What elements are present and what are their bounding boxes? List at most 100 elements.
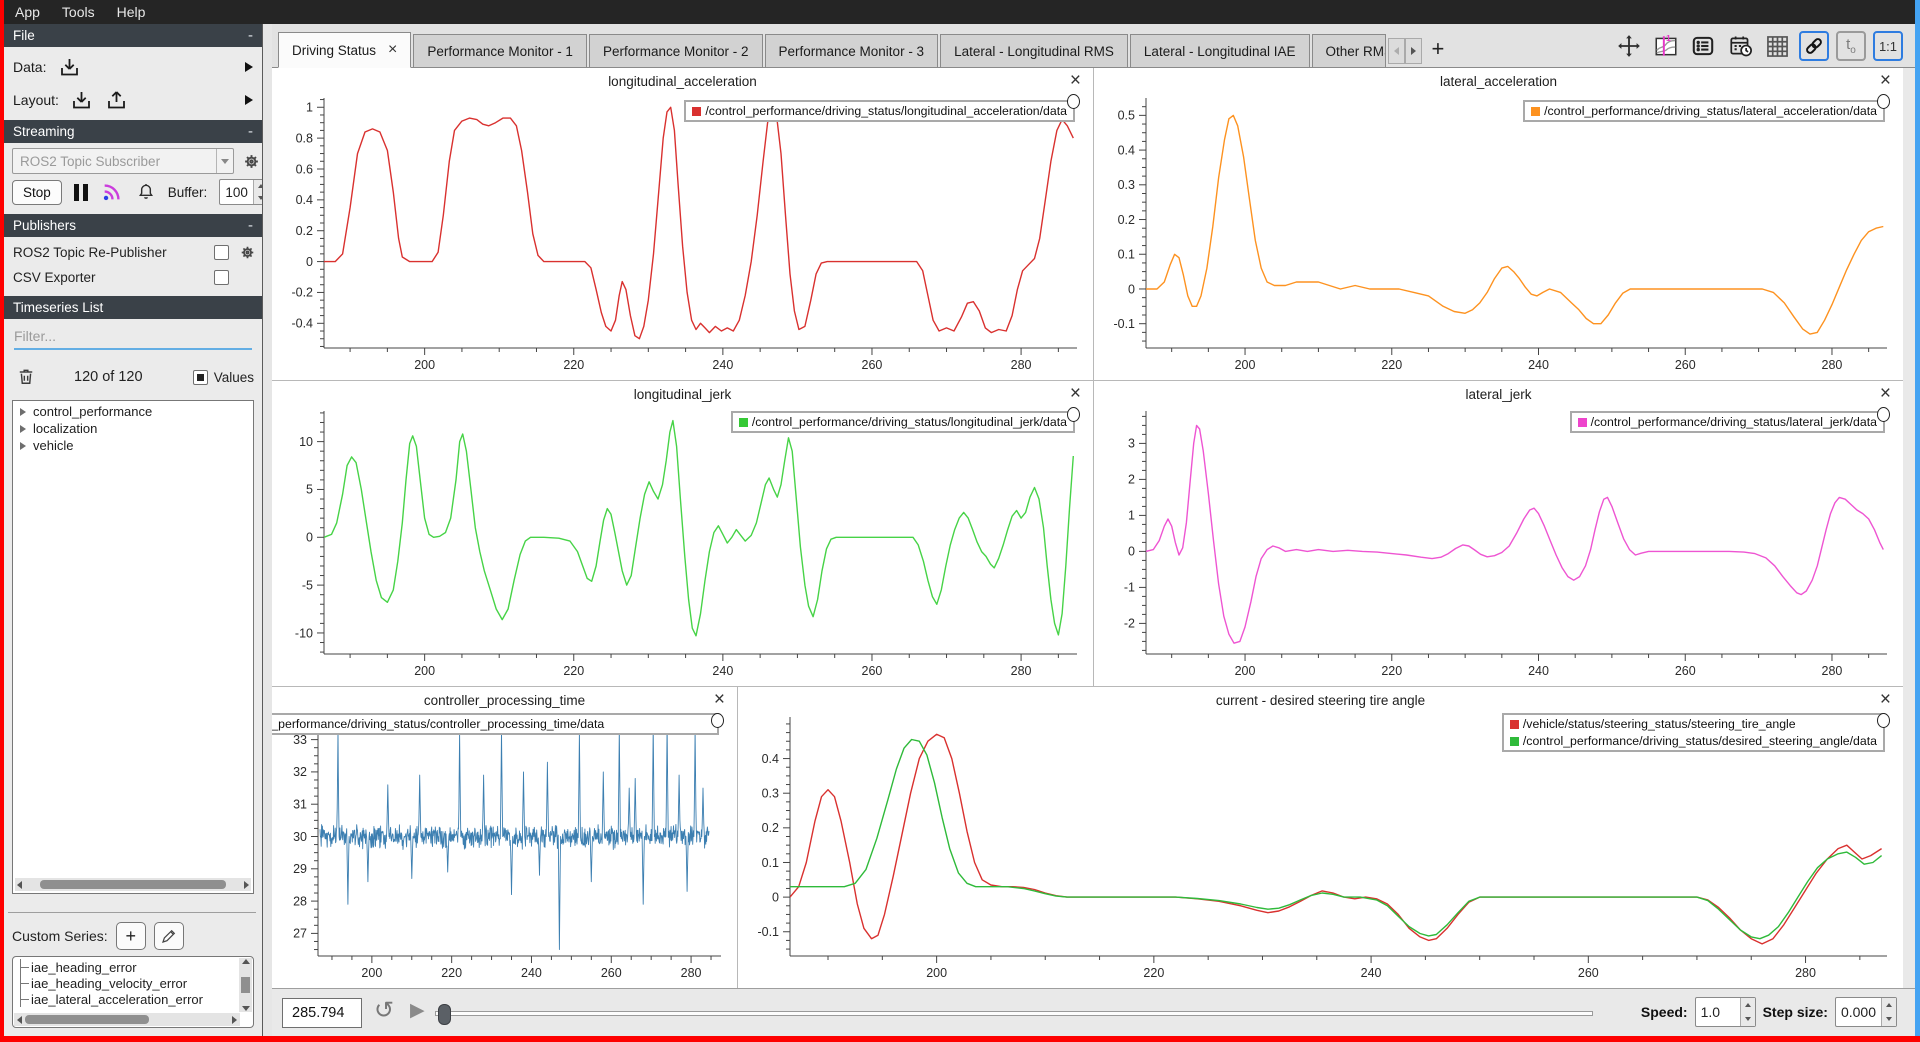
scroll-up-icon[interactable] — [242, 959, 250, 964]
loop-icon[interactable]: ↺ — [374, 996, 394, 1025]
plot-close-icon[interactable]: × — [1070, 71, 1081, 90]
play-icon[interactable]: ▶ — [410, 999, 425, 1022]
scrollbar-thumb[interactable] — [25, 1015, 149, 1024]
plot-zoom-handle[interactable] — [1877, 713, 1890, 728]
time-offset-icon[interactable]: to — [1836, 31, 1866, 61]
legend-item[interactable]: /control_performance/driving_status/late… — [1578, 415, 1877, 429]
curve-tracker-icon[interactable]: 1 — [1651, 31, 1681, 61]
curve-list-icon[interactable] — [1688, 31, 1718, 61]
tab-performance-monitor-3[interactable]: Performance Monitor - 3 — [765, 34, 939, 68]
trash-icon[interactable] — [16, 366, 36, 388]
plot-zoom-handle[interactable] — [1877, 407, 1890, 422]
tree-item-localization[interactable]: localization — [13, 420, 253, 437]
spin-down-icon[interactable] — [254, 192, 262, 204]
plot-panel-lateral-jerk[interactable]: 3210-1-2200220240260280lateral_jerk×/con… — [1093, 380, 1903, 686]
timeseries-tree[interactable]: control_performancelocalizationvehicle — [12, 400, 254, 894]
scrollbar-thumb[interactable] — [241, 977, 250, 993]
step-size-spinbox[interactable]: 0.000 — [1835, 997, 1897, 1027]
menu-item-tools[interactable]: Tools — [51, 0, 106, 24]
plot-zoom-handle[interactable] — [1877, 94, 1890, 109]
menu-item-app[interactable]: App — [4, 0, 51, 24]
ratio-one-to-one-icon[interactable]: 1:1 — [1873, 31, 1903, 61]
spin-up-icon[interactable] — [1882, 998, 1896, 1012]
load-layout-icon[interactable] — [69, 88, 94, 112]
republisher-gear-icon[interactable] — [238, 243, 257, 262]
speed-value[interactable]: 1.0 — [1696, 998, 1740, 1026]
section-header-publishers[interactable]: Publishers - — [4, 214, 262, 237]
pause-icon[interactable] — [74, 184, 88, 201]
plot-panel-lateral-acceleration[interactable]: 0.50.40.30.20.10-0.1200220240260280later… — [1093, 68, 1903, 380]
grid-layout-icon[interactable] — [1762, 31, 1792, 61]
tree-item-control_performance[interactable]: control_performance — [13, 403, 253, 420]
legend-item[interactable]: /control_performance/driving_status/long… — [692, 104, 1067, 118]
edit-custom-series-button[interactable] — [154, 922, 184, 950]
custom-series-item[interactable]: iae_lateral_acceleration_error — [13, 991, 253, 1007]
plot-close-icon[interactable]: × — [714, 690, 725, 709]
load-data-icon[interactable] — [57, 55, 82, 79]
plot-zoom-handle[interactable] — [1067, 94, 1080, 109]
tab-close-icon[interactable]: × — [388, 42, 397, 58]
scroll-left-icon[interactable] — [17, 1016, 22, 1024]
streaming-source-select[interactable]: ROS2 Topic Subscriber — [12, 148, 234, 174]
tree-item-vehicle[interactable]: vehicle — [13, 437, 253, 454]
values-checkbox[interactable] — [193, 370, 208, 385]
data-expand-arrow-icon[interactable] — [245, 62, 253, 72]
tree-hscrollbar[interactable] — [15, 878, 251, 891]
tab-driving-status[interactable]: Driving Status× — [278, 32, 411, 68]
plot-panel-controller-processing-time[interactable]: 33323130292827200220240260280controller_… — [272, 686, 737, 988]
spin-up-icon[interactable] — [254, 180, 262, 192]
tab-scroll-right-button[interactable] — [1405, 38, 1422, 64]
expander-icon[interactable] — [20, 425, 26, 433]
tab-scroll-left-button[interactable] — [1388, 38, 1405, 64]
tab-lateral-longitudinal-rms[interactable]: Lateral - Longitudinal RMS — [940, 34, 1128, 68]
custom-series-list[interactable]: iae_heading_erroriae_heading_velocity_er… — [12, 956, 254, 1028]
collapse-icon[interactable]: - — [248, 217, 253, 234]
notification-bell-icon[interactable] — [136, 181, 156, 203]
plot-close-icon[interactable]: × — [1880, 71, 1891, 90]
add-tab-button[interactable]: + — [1432, 36, 1445, 62]
streaming-options-gear-icon[interactable] — [241, 151, 262, 172]
scroll-left-icon[interactable] — [17, 881, 22, 889]
plot-zoom-handle[interactable] — [711, 713, 724, 728]
scroll-down-icon[interactable] — [242, 1006, 250, 1011]
custom-list-hscrollbar[interactable] — [14, 1013, 240, 1026]
collapse-icon[interactable]: - — [248, 123, 253, 140]
scroll-right-icon[interactable] — [232, 1016, 237, 1024]
spin-down-icon[interactable] — [1741, 1012, 1755, 1026]
save-layout-icon[interactable] — [104, 88, 129, 112]
add-custom-series-button[interactable]: + — [116, 922, 146, 950]
legend-item[interactable]: /vehicle/status/steering_status/steering… — [1510, 717, 1877, 731]
scroll-right-icon[interactable] — [244, 881, 249, 889]
plot-panel-longitudinal-jerk[interactable]: 1050-5-10200220240260280longitudinal_jer… — [272, 380, 1093, 686]
filter-input[interactable] — [14, 324, 252, 350]
legend-item[interactable]: /control_performance/driving_status/long… — [739, 415, 1067, 429]
plot-zoom-handle[interactable] — [1067, 407, 1080, 422]
section-header-file[interactable]: File - — [4, 24, 262, 47]
tab-performance-monitor-2[interactable]: Performance Monitor - 2 — [589, 34, 763, 68]
buffer-spinbox[interactable]: 100 — [219, 179, 262, 205]
step-size-value[interactable]: 0.000 — [1836, 998, 1881, 1026]
collapse-icon[interactable]: - — [248, 27, 253, 44]
time-slider[interactable] — [435, 1011, 1593, 1016]
tab-performance-monitor-1[interactable]: Performance Monitor - 1 — [413, 34, 587, 68]
time-slider-thumb[interactable] — [438, 1004, 451, 1025]
legend-item[interactable]: /control_performance/driving_status/cont… — [272, 717, 711, 731]
spin-down-icon[interactable] — [1882, 1012, 1896, 1026]
section-header-streaming[interactable]: Streaming - — [4, 120, 262, 143]
stream-signal-icon[interactable] — [100, 181, 124, 203]
menu-item-help[interactable]: Help — [106, 0, 157, 24]
legend-item[interactable]: /control_performance/driving_status/late… — [1531, 104, 1877, 118]
buffer-value[interactable]: 100 — [220, 180, 253, 204]
stop-button[interactable]: Stop — [12, 180, 62, 205]
legend-item[interactable]: /control_performance/driving_status/desi… — [1510, 734, 1877, 748]
expander-icon[interactable] — [20, 408, 26, 416]
scrollbar-thumb[interactable] — [40, 880, 226, 889]
move-view-icon[interactable] — [1614, 31, 1644, 61]
sidebar-splitter[interactable] — [262, 24, 272, 1036]
link-ranges-icon[interactable] — [1799, 31, 1829, 61]
expander-icon[interactable] — [20, 442, 26, 450]
plot-close-icon[interactable]: × — [1070, 384, 1081, 403]
spin-up-icon[interactable] — [1741, 998, 1755, 1012]
layout-expand-arrow-icon[interactable] — [245, 95, 253, 105]
republisher-checkbox[interactable] — [214, 245, 229, 260]
